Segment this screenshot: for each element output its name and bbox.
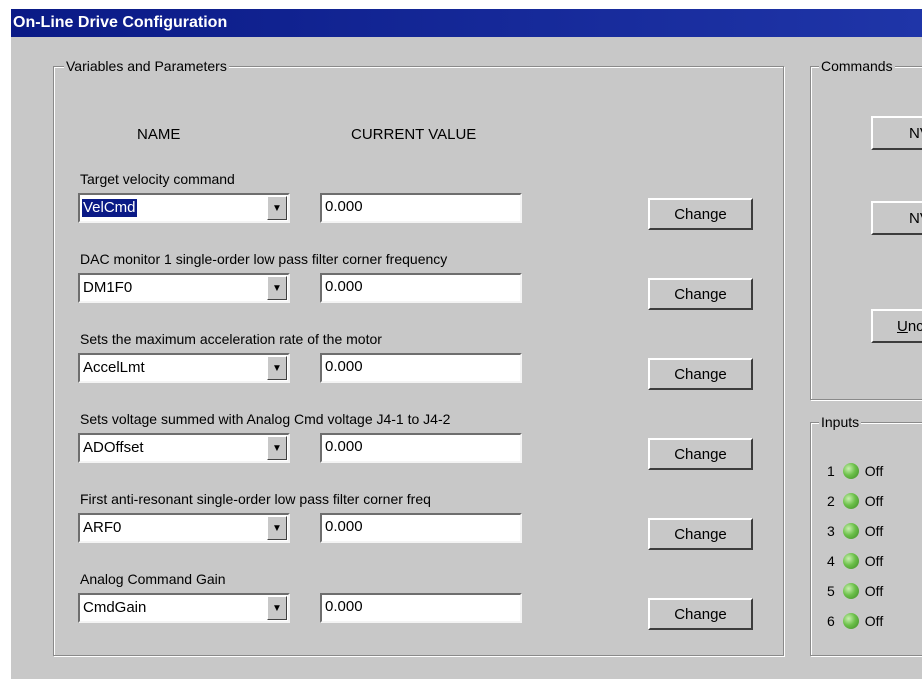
- param-value-field[interactable]: 0.000: [320, 273, 522, 303]
- column-header-name: NAME: [137, 126, 181, 143]
- param-name-dropdown[interactable]: AccelLmt ▼: [78, 353, 290, 383]
- param-value-field[interactable]: 0.000: [320, 193, 522, 223]
- param-name-value: DM1F0: [83, 279, 133, 296]
- inputs-group-legend: Inputs: [819, 413, 862, 431]
- input-status-row: 1 Off: [827, 461, 883, 481]
- nv-command-button[interactable]: NV: [871, 201, 922, 235]
- input-number: 1: [827, 463, 835, 479]
- change-button[interactable]: Change: [648, 198, 753, 230]
- input-status-row: 2 Off: [827, 491, 883, 511]
- param-description: Target velocity command: [80, 171, 235, 187]
- chevron-down-icon[interactable]: ▼: [267, 196, 287, 220]
- nv-command-button[interactable]: NV: [871, 116, 922, 150]
- param-description: First anti-resonant single-order low pas…: [80, 491, 431, 507]
- param-value-field[interactable]: 0.000: [320, 353, 522, 383]
- change-button[interactable]: Change: [648, 278, 753, 310]
- param-name-dropdown[interactable]: ADOffset ▼: [78, 433, 290, 463]
- param-name-dropdown[interactable]: VelCmd ▼: [78, 193, 290, 223]
- param-name-value: VelCmd: [82, 199, 137, 217]
- change-button[interactable]: Change: [648, 518, 753, 550]
- param-description: Sets the maximum acceleration rate of th…: [80, 331, 382, 347]
- input-state: Off: [864, 583, 884, 599]
- chevron-down-icon[interactable]: ▼: [267, 596, 287, 620]
- status-led-icon: [842, 553, 859, 569]
- window-title: On-Line Drive Configuration: [11, 9, 922, 37]
- change-button[interactable]: Change: [648, 438, 753, 470]
- status-led-icon: [842, 463, 859, 479]
- param-name-value: ARF0: [83, 519, 122, 536]
- param-description: DAC monitor 1 single-order low pass filt…: [80, 251, 448, 267]
- command-label-rest: nc: [907, 317, 922, 335]
- param-name-value: AccelLmt: [83, 359, 145, 376]
- drive-config-window: On-Line Drive Configuration Variables an…: [11, 9, 922, 679]
- param-value-field[interactable]: 0.000: [320, 593, 522, 623]
- variables-group-legend: Variables and Parameters: [64, 57, 229, 75]
- param-name-dropdown[interactable]: DM1F0 ▼: [78, 273, 290, 303]
- input-number: 6: [827, 613, 835, 629]
- unc-command-button[interactable]: Unc: [871, 309, 922, 343]
- param-value-field[interactable]: 0.000: [320, 513, 522, 543]
- commands-group-legend: Commands: [819, 57, 895, 75]
- variables-group: Variables and Parameters NAME CURRENT VA…: [53, 57, 784, 656]
- status-led-icon: [842, 613, 859, 629]
- param-name-value: ADOffset: [83, 439, 144, 456]
- status-led-icon: [842, 493, 859, 509]
- chevron-down-icon[interactable]: ▼: [267, 436, 287, 460]
- param-description: Analog Command Gain: [80, 571, 226, 587]
- input-status-row: 6 Off: [827, 611, 883, 631]
- input-number: 5: [827, 583, 835, 599]
- input-status-row: 4 Off: [827, 551, 883, 571]
- inputs-group: Inputs 1 Off 2 Off 3 Off 4 Off 5 Off 6 O…: [810, 413, 922, 656]
- input-number: 4: [827, 553, 835, 569]
- status-led-icon: [842, 583, 859, 599]
- param-value-field[interactable]: 0.000: [320, 433, 522, 463]
- param-name-value: CmdGain: [83, 599, 147, 616]
- change-button[interactable]: Change: [648, 358, 753, 390]
- input-state: Off: [864, 613, 884, 629]
- chevron-down-icon[interactable]: ▼: [267, 356, 287, 380]
- input-status-row: 3 Off: [827, 521, 883, 541]
- chevron-down-icon[interactable]: ▼: [267, 276, 287, 300]
- input-status-row: 5 Off: [827, 581, 883, 601]
- status-led-icon: [842, 523, 859, 539]
- input-state: Off: [864, 463, 884, 479]
- input-state: Off: [864, 553, 884, 569]
- input-number: 2: [827, 493, 835, 509]
- param-name-dropdown[interactable]: ARF0 ▼: [78, 513, 290, 543]
- mnemonic-letter: U: [897, 317, 908, 335]
- change-button[interactable]: Change: [648, 598, 753, 630]
- input-state: Off: [864, 523, 884, 539]
- chevron-down-icon[interactable]: ▼: [267, 516, 287, 540]
- input-state: Off: [864, 493, 884, 509]
- param-name-dropdown[interactable]: CmdGain ▼: [78, 593, 290, 623]
- param-description: Sets voltage summed with Analog Cmd volt…: [80, 411, 451, 427]
- commands-group: Commands NV NV Unc: [810, 57, 922, 400]
- column-header-value: CURRENT VALUE: [351, 126, 477, 143]
- input-number: 3: [827, 523, 835, 539]
